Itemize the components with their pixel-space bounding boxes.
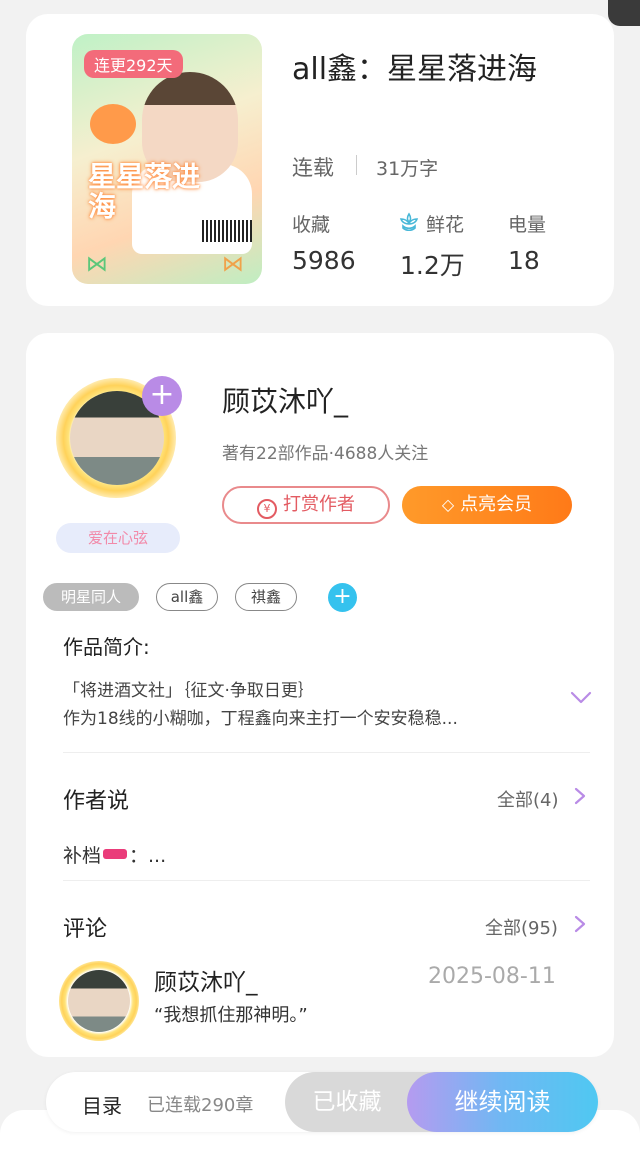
tag-genre[interactable]: 明星同人 bbox=[43, 583, 139, 611]
stat-value-favorites: 5986 bbox=[292, 246, 356, 275]
intro-text-line: 作为18线的小糊咖，丁程鑫向来主打一个安安稳稳... bbox=[63, 709, 458, 729]
chevron-down-icon[interactable] bbox=[570, 691, 592, 705]
author-says-all-link[interactable]: 全部(4) bbox=[497, 786, 559, 812]
cover-barcode bbox=[202, 220, 252, 242]
bottom-action-bar: 目录 已连载290章 已收藏 继续阅读 bbox=[46, 1072, 598, 1132]
add-tag-button[interactable]: + bbox=[328, 583, 357, 612]
book-title: all鑫：星星落进海 bbox=[292, 52, 538, 87]
chapter-count: 已连载290章 bbox=[147, 1095, 254, 1116]
author-meta: 著有22部作品·4688人关注 bbox=[222, 444, 429, 464]
word-count: 31万字 bbox=[376, 158, 439, 180]
toc-button[interactable]: 目录 bbox=[82, 1090, 122, 1119]
intro-title: 作品简介: bbox=[63, 635, 150, 659]
continue-reading-button[interactable]: 继续阅读 bbox=[407, 1072, 598, 1132]
commenter-name[interactable]: 顾苡沐吖_ bbox=[154, 963, 258, 997]
tag-item[interactable]: 祺鑫 bbox=[235, 583, 297, 611]
serial-status: 连载 bbox=[292, 156, 334, 180]
author-note: 补档 ：... bbox=[63, 841, 166, 868]
collected-label: 已收藏 bbox=[312, 1089, 382, 1115]
divider bbox=[356, 155, 357, 175]
note-text-suffix: ：... bbox=[129, 845, 167, 867]
stat-value-flowers: 1.2万 bbox=[400, 251, 465, 280]
book-info-card: 连更292天 星星落进海 ⋈ ⋈ all鑫：星星落进海 连载 31万字 收藏 5… bbox=[26, 14, 614, 306]
intro-text-line: 「将进酒文社」｛征文·争取日更｝ bbox=[63, 681, 315, 701]
divider bbox=[63, 880, 590, 881]
corner-fragment bbox=[608, 0, 640, 26]
book-detail-card: + 爱在心弦 顾苡沐吖_ 著有22部作品·4688人关注 ¥ 打赏作者 ◇ 点亮会员… bbox=[26, 333, 614, 1057]
update-streak-badge: 连更292天 bbox=[84, 50, 183, 78]
yen-icon: ¥ bbox=[257, 499, 277, 519]
diamond-icon: ◇ bbox=[441, 495, 455, 514]
stat-value-power: 18 bbox=[508, 246, 540, 275]
cover-title: 星星落进海 bbox=[88, 160, 201, 223]
cover-decoration bbox=[90, 104, 136, 144]
author-says-title: 作者说 bbox=[63, 789, 130, 814]
comments-all-link[interactable]: 全部(95) bbox=[485, 914, 558, 940]
vip-button[interactable]: ◇ 点亮会员 bbox=[402, 486, 572, 524]
book-cover[interactable]: 连更292天 星星落进海 ⋈ ⋈ bbox=[72, 34, 262, 284]
tag-item[interactable]: all鑫 bbox=[156, 583, 218, 611]
tip-author-label: 打赏作者 bbox=[283, 494, 355, 515]
commenter-avatar[interactable] bbox=[68, 970, 130, 1032]
stat-label-favorites: 收藏 bbox=[292, 214, 331, 236]
stat-label-power: 电量 bbox=[508, 214, 547, 236]
bow-icon: ⋈ bbox=[222, 252, 244, 277]
author-badge: 爱在心弦 bbox=[56, 523, 180, 553]
divider bbox=[63, 752, 590, 753]
vip-label: 点亮会员 bbox=[460, 494, 533, 515]
flower-icon bbox=[399, 212, 419, 232]
stat-label-flowers: 鲜花 bbox=[426, 214, 465, 236]
chevron-right-icon[interactable] bbox=[574, 915, 586, 933]
tip-author-button[interactable]: ¥ 打赏作者 bbox=[222, 486, 390, 524]
emoji-icon bbox=[103, 849, 128, 859]
note-text: 补档 bbox=[63, 845, 102, 867]
bow-icon: ⋈ bbox=[86, 252, 108, 277]
comment-text[interactable]: “我想抓住那神明。” bbox=[154, 1001, 308, 1027]
chevron-right-icon[interactable] bbox=[574, 787, 586, 805]
comments-title: 评论 bbox=[63, 917, 108, 942]
comment-date: 2025-08-11 bbox=[428, 964, 556, 989]
author-name[interactable]: 顾苡沐吖_ bbox=[222, 380, 348, 420]
follow-button[interactable]: + bbox=[142, 376, 182, 416]
